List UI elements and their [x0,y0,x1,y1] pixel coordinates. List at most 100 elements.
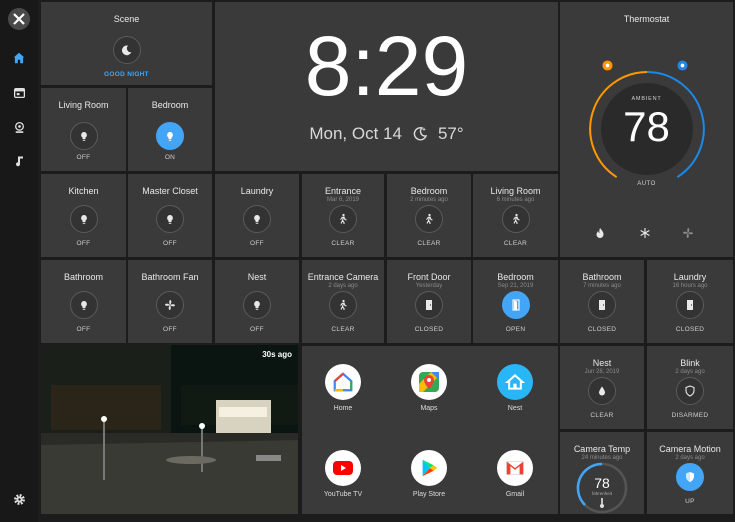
laundry-door-tile[interactable]: Laundry 16 hours ago CLOSED [647,260,733,343]
app-nest[interactable]: Nest [475,364,555,412]
tile-title: Laundry [240,186,274,196]
google-maps-icon [411,364,447,400]
tile-icon-button[interactable] [243,291,271,319]
kitchen-light-tile[interactable]: Kitchen OFF [41,174,126,257]
nav-music[interactable] [6,148,32,174]
fan-mode-button[interactable] [682,226,694,244]
tile-icon-button[interactable] [676,291,704,319]
tile-icon-button[interactable] [69,122,98,150]
bathroom-door-tile[interactable]: Bathroom 7 minutes ago CLOSED [560,260,644,343]
tile-state: CLEAR [590,412,614,419]
flame-icon [596,228,604,238]
entrance-motion-tile[interactable]: Entrance Mar 6, 2019 CLEAR [302,174,384,257]
bathroom-light-tile[interactable]: Bathroom OFF [41,260,126,343]
clock-date: Mon, Oct 14 [309,124,402,143]
tile-icon-button[interactable] [243,205,271,233]
clock-time: 8:29 [304,19,469,113]
app-youtube-tv[interactable]: YouTube TV [303,450,383,498]
nest-icon [497,364,533,400]
fan-icon [683,228,693,238]
app-maps[interactable]: Maps [389,364,469,412]
door-icon [599,300,605,310]
living-room-light-tile[interactable]: Living Room OFF [41,88,126,171]
app-play-store[interactable]: Play Store [389,450,469,498]
app-gmail[interactable]: Gmail [475,450,555,498]
bedroom-motion-tile[interactable]: Bedroom 2 minutes ago CLEAR [387,174,471,257]
tile-state: OFF [163,240,177,247]
tile-title: Blink [680,358,700,368]
app-label: Nest [507,405,523,412]
tile-icon-button[interactable] [69,205,98,233]
camera-motion-tile[interactable]: Camera Motion 2 days ago UP [647,432,733,514]
tile-icon-button[interactable] [69,291,98,319]
thermometer-icon [599,498,605,508]
tile-state: OPEN [505,326,526,333]
shield-icon [686,472,694,482]
scene-title: Scene [113,14,140,24]
tile-icon-button[interactable] [156,205,184,233]
scene-icon-button[interactable] [112,36,141,64]
tile-title: Bathroom [582,272,622,282]
tile-title: Bedroom [410,186,448,196]
app-home[interactable]: Home [303,364,383,412]
tile-icon-button[interactable] [501,291,530,319]
heat-setpoint-handle[interactable] [602,60,613,71]
nav-calendar[interactable] [6,79,32,105]
tile-title: Entrance [324,186,362,196]
tile-state: OFF [250,326,264,333]
tile-icon-button[interactable] [588,377,616,405]
clock-tile: 8:29 Mon, Oct 14 57° [215,2,558,171]
living-room-motion-tile[interactable]: Living Room 6 minutes ago CLEAR [473,174,558,257]
close-button[interactable] [6,6,32,32]
nest-smoke-tile[interactable]: Nest Jun 28, 2019 CLEAR [560,346,644,429]
nav-home[interactable] [6,45,32,71]
scene-tile[interactable]: Scene GOOD NIGHT [41,2,212,85]
music-icon [16,156,23,167]
tile-icon-button[interactable] [415,291,443,319]
tile-icon-button[interactable] [676,463,704,491]
tile-state: OFF [76,154,91,161]
tile-icon-button[interactable] [415,205,443,233]
entrance-camera-tile[interactable]: Entrance Camera 2 days ago CLEAR [302,260,384,343]
nav-settings[interactable] [6,486,32,512]
camera-temp-unit: fahrenheit [591,491,612,496]
cool-setpoint-handle[interactable] [677,60,688,71]
tile-icon-button[interactable] [156,122,184,150]
tile-state: CLEAR [331,240,355,247]
camera-feed[interactable]: 30s ago [41,345,298,514]
cool-mode-button[interactable] [639,226,651,244]
tile-subtitle: Yesterday [415,283,443,289]
tile-icon-button[interactable] [329,291,357,319]
tile-subtitle: 2 minutes ago [410,197,448,203]
camera-temp-tile[interactable]: Camera Temp 24 minutes ago 78 fahrenheit [560,432,644,514]
nav-webcam[interactable] [6,114,32,140]
laundry-light-tile[interactable]: Laundry OFF [215,174,299,257]
tile-icon-button[interactable] [676,377,704,405]
home-icon [13,52,25,64]
tile-icon-button[interactable] [588,291,616,319]
camera-image [41,345,298,514]
tile-title: Entrance Camera [307,272,379,282]
tile-subtitle: 6 minutes ago [496,197,535,203]
tile-state: OFF [250,240,264,247]
nest-light-tile[interactable]: Nest OFF [215,260,299,343]
lightbulb-icon [254,301,260,310]
walking-icon [426,213,433,224]
thermostat-tile[interactable]: Thermostat AMBIENT 78 AUTO [560,2,733,257]
blink-tile[interactable]: Blink 2 days ago DISARMED [647,346,733,429]
heat-mode-button[interactable] [594,226,606,244]
walking-icon [340,213,347,224]
tile-subtitle: 2 days ago [675,369,705,375]
front-door-tile[interactable]: Front Door Yesterday CLOSED [387,260,471,343]
shield-icon [685,385,695,397]
moon-icon [121,44,132,55]
tile-icon-button[interactable] [501,205,530,233]
tile-title: Bedroom [497,272,534,282]
bedroom-light-tile[interactable]: Bedroom ON [128,88,212,171]
tile-icon-button[interactable] [329,205,357,233]
master-closet-light-tile[interactable]: Master Closet OFF [128,174,212,257]
bathroom-fan-tile[interactable]: Bathroom Fan OFF [128,260,212,343]
tile-icon-button[interactable] [156,291,184,319]
clock-weather-temp: 57° [437,124,464,143]
bedroom-door-tile[interactable]: Bedroom Sep 21, 2019 OPEN [473,260,558,343]
